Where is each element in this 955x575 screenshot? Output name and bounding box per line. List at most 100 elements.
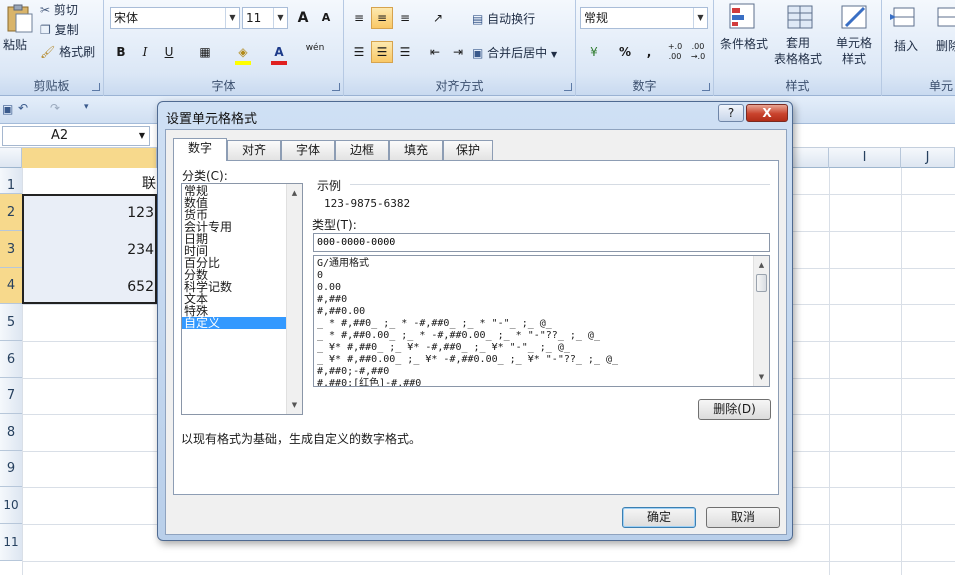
format-item[interactable]: G/通用格式	[314, 258, 769, 270]
shrink-font-button[interactable]: A	[315, 7, 337, 29]
increase-decimal-icon[interactable]: +.0.00	[664, 41, 686, 63]
category-scrollbar[interactable]: ▲ ▼	[286, 184, 302, 414]
format-item[interactable]: _ ¥* #,##0_ ;_ ¥* -#,##0_ ;_ ¥* "-"_ ;_ …	[314, 342, 769, 354]
row-header[interactable]: 7	[0, 378, 22, 414]
tab-fill[interactable]: 填充	[389, 140, 443, 160]
chevron-down-icon[interactable]: ▼	[225, 8, 239, 28]
wrap-text-button[interactable]: ▤ 自动换行	[472, 10, 535, 27]
copy-button[interactable]: ❐ 复制	[40, 21, 79, 38]
row-header[interactable]: 2	[0, 194, 22, 231]
orientation-icon[interactable]: ↗	[424, 7, 452, 29]
row-header[interactable]: 5	[0, 304, 22, 341]
column-header-h[interactable]	[793, 148, 829, 168]
name-box[interactable]: A2 ▼	[2, 126, 150, 146]
row-header[interactable]: 4	[0, 268, 22, 304]
paste-icon[interactable]	[4, 4, 36, 34]
table-format-icon[interactable]	[786, 2, 818, 32]
cell-value[interactable]: 123	[112, 205, 158, 221]
column-header-selected[interactable]	[22, 148, 157, 168]
close-button[interactable]: X	[746, 104, 788, 122]
tab-font[interactable]: 字体	[281, 140, 335, 160]
chevron-down-icon[interactable]: ▼	[139, 127, 145, 145]
format-item[interactable]: 0.00	[314, 282, 769, 294]
bold-button[interactable]: B	[110, 41, 132, 63]
align-middle-icon[interactable]: ≡	[371, 7, 393, 29]
currency-icon[interactable]: ¥	[580, 41, 608, 63]
row-header[interactable]: 11	[0, 524, 22, 561]
row-header[interactable]: 1	[0, 168, 22, 194]
select-all-corner[interactable]	[0, 148, 22, 168]
insert-cells-icon[interactable]	[890, 2, 922, 32]
format-item[interactable]: #,##0;-#,##0	[314, 366, 769, 378]
align-bottom-icon[interactable]: ≡	[394, 7, 416, 29]
border-icon[interactable]: ▦	[194, 41, 216, 63]
conditional-format-icon[interactable]	[728, 2, 760, 32]
tab-protection[interactable]: 保护	[443, 140, 493, 160]
customize-qat-icon[interactable]: ▾	[84, 102, 89, 112]
conditional-format-button[interactable]: 条件格式	[720, 35, 768, 52]
format-item[interactable]: #,##0.00	[314, 306, 769, 318]
fill-color-icon[interactable]: ◈	[232, 41, 254, 63]
row-header[interactable]: 10	[0, 487, 22, 524]
format-item[interactable]: _ * #,##0.00_ ;_ * -#,##0.00_ ;_ * "-"??…	[314, 330, 769, 342]
number-launcher-icon[interactable]	[702, 83, 710, 91]
table-format-button[interactable]: 套用 表格格式	[774, 35, 822, 67]
format-list[interactable]: G/通用格式 0 0.00 #,##0 #,##0.00 _ * #,##0_ …	[313, 255, 770, 387]
scroll-up-icon[interactable]: ▲	[754, 258, 769, 272]
row-header[interactable]: 9	[0, 451, 22, 487]
cut-button[interactable]: ✂ 剪切	[40, 1, 78, 18]
increase-indent-icon[interactable]: ⇥	[447, 41, 469, 63]
scroll-down-icon[interactable]: ▼	[754, 370, 769, 384]
grow-font-button[interactable]: A	[292, 7, 314, 29]
format-item[interactable]: #,##0;[红色]-#,##0	[314, 378, 769, 386]
cell-value[interactable]: 652	[112, 279, 158, 295]
align-left-icon[interactable]: ☰	[348, 41, 370, 63]
merge-center-button[interactable]: ▣ 合并后居中 ▼	[472, 44, 557, 61]
font-size-combo[interactable]: 11 ▼	[242, 7, 288, 29]
phonetic-button[interactable]: wén	[304, 41, 326, 63]
ok-button[interactable]: 确定	[622, 507, 696, 528]
cancel-button[interactable]: 取消	[706, 507, 780, 528]
font-color-icon[interactable]: A	[268, 41, 290, 63]
alignment-launcher-icon[interactable]	[564, 83, 572, 91]
scroll-down-icon[interactable]: ▼	[287, 398, 302, 412]
cell-styles-button[interactable]: 单元格 样式	[836, 35, 872, 67]
cell-header[interactable]: 联	[130, 173, 160, 193]
align-top-icon[interactable]: ≡	[348, 7, 370, 29]
delete-format-button[interactable]: 删除(D)	[698, 399, 771, 420]
row-header[interactable]: 6	[0, 341, 22, 378]
decrease-indent-icon[interactable]: ⇤	[424, 41, 446, 63]
delete-cells-icon[interactable]	[934, 2, 955, 32]
tab-alignment[interactable]: 对齐	[227, 140, 281, 160]
column-header-j[interactable]: J	[901, 148, 955, 168]
insert-button[interactable]: 插入	[894, 37, 918, 54]
italic-button[interactable]: I	[134, 41, 156, 63]
scroll-thumb[interactable]	[756, 274, 767, 292]
align-right-icon[interactable]: ☰	[394, 41, 416, 63]
decrease-decimal-icon[interactable]: .00 →.0	[687, 41, 709, 63]
cell-value[interactable]: 234	[112, 242, 158, 258]
chevron-down-icon[interactable]: ▼	[693, 8, 707, 28]
underline-button[interactable]: U	[158, 41, 180, 63]
percent-button[interactable]: %	[614, 41, 636, 63]
scroll-up-icon[interactable]: ▲	[287, 186, 302, 200]
format-scrollbar[interactable]: ▲ ▼	[753, 256, 769, 386]
help-button[interactable]: ?	[718, 104, 744, 122]
align-center-icon[interactable]: ☰	[371, 41, 393, 63]
redo-icon[interactable]: ↷	[50, 101, 60, 115]
format-item[interactable]: _ ¥* #,##0.00_ ;_ ¥* -#,##0.00_ ;_ ¥* "-…	[314, 354, 769, 366]
category-list[interactable]: 常规 数值 货币 会计专用 日期 时间 百分比 分数 科学记数 文本 特殊 自定…	[181, 183, 303, 415]
number-format-combo[interactable]: 常规 ▼	[580, 7, 708, 29]
font-launcher-icon[interactable]	[332, 83, 340, 91]
undo-icon[interactable]: ↶	[18, 101, 28, 115]
comma-button[interactable]: ,	[638, 41, 660, 63]
font-name-combo[interactable]: 宋体 ▼	[110, 7, 240, 29]
clipboard-launcher-icon[interactable]	[92, 83, 100, 91]
format-item[interactable]: #,##0	[314, 294, 769, 306]
delete-button[interactable]: 删除	[936, 37, 955, 54]
save-icon[interactable]: ▣	[2, 102, 13, 116]
format-painter-button[interactable]: 🖌 格式刷	[40, 43, 95, 60]
column-header-i[interactable]: I	[829, 148, 901, 168]
chevron-down-icon[interactable]: ▼	[273, 8, 287, 28]
paste-button[interactable]: 粘贴	[3, 36, 27, 53]
